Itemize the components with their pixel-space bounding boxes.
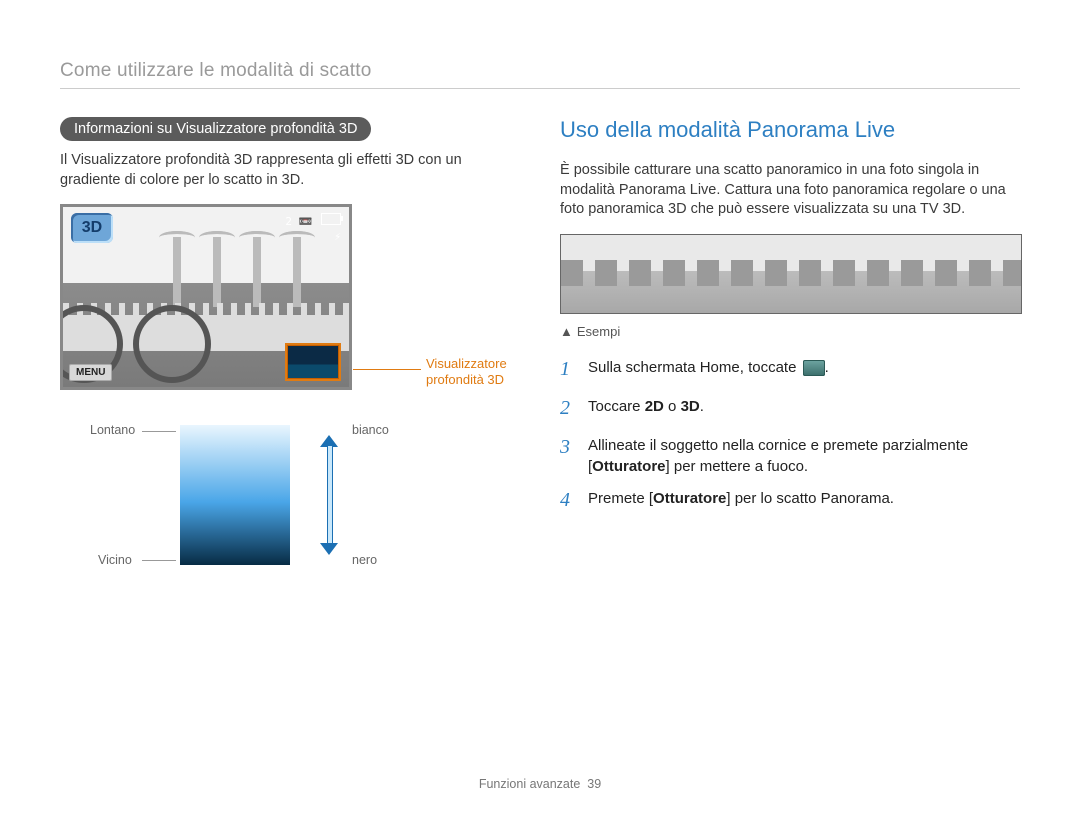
step-text: Premete [Otturatore] per lo scatto Panor… — [588, 488, 894, 510]
menu-button[interactable]: MENU — [69, 364, 112, 381]
osd-row: 2 📼 — [285, 213, 341, 228]
step-text-bold: 2D — [645, 398, 664, 415]
palm-illustration — [173, 237, 181, 307]
osd-overlay: 2 📼 ⚡ — [285, 213, 341, 245]
step-number: 1 — [560, 355, 576, 384]
section-pill: Informazioni su Visualizzatore profondit… — [60, 117, 371, 141]
step-text-fragment: o — [664, 398, 681, 415]
divider — [60, 88, 1020, 89]
flash-icon: ⚡ — [285, 230, 341, 243]
osd-count: 2 — [285, 215, 292, 228]
step-text: Allineate il soggetto nella cornice e pr… — [588, 435, 1020, 479]
two-column-layout: Informazioni su Visualizzatore profondit… — [60, 117, 1020, 585]
palm-illustration — [213, 237, 221, 307]
legend-black-label: nero — [352, 553, 377, 567]
skyline-silhouette — [561, 260, 1021, 287]
step-text: Toccare 2D o 3D. — [588, 396, 704, 418]
step-text-fragment: ] per lo scatto Panorama. — [726, 490, 894, 507]
double-arrow-icon — [320, 445, 338, 545]
steps-list: 1 Sulla schermata Home, toccate . 2 Tocc… — [560, 357, 1020, 518]
3d-badge-icon: 3D — [71, 213, 113, 243]
step-text-bold: Otturatore — [653, 490, 726, 507]
step-item: 2 Toccare 2D o 3D. — [560, 396, 1020, 425]
panorama-mode-icon — [803, 360, 825, 376]
legend-white-label: bianco — [352, 423, 389, 437]
intro-paragraph: Il Visualizzatore profondità 3D rapprese… — [60, 151, 520, 190]
callout-line2: profondità 3D — [426, 372, 504, 387]
callout-label: Visualizzatore profondità 3D — [426, 356, 507, 387]
leader-line — [142, 560, 176, 561]
step-text-fragment: Toccare — [588, 398, 645, 415]
step-text-fragment: . — [825, 359, 829, 376]
breadcrumb: Come utilizzare le modalità di scatto — [60, 60, 1020, 82]
step-text-bold: Otturatore — [592, 458, 665, 475]
legend-far-label: Lontano — [90, 423, 135, 437]
step-number: 2 — [560, 394, 576, 423]
step-item: 4 Premete [Otturatore] per lo scatto Pan… — [560, 488, 1020, 517]
page-footer: Funzioni avanzate 39 — [0, 777, 1080, 791]
camera-screen-figure: 3D 2 📼 ⚡ MENU Visualizzatore — [60, 204, 352, 390]
memory-icon: 📼 — [299, 215, 313, 228]
step-text: Sulla schermata Home, toccate . — [588, 357, 829, 379]
section-heading: Uso della modalità Panorama Live — [560, 117, 1020, 143]
palm-illustration — [253, 237, 261, 307]
gradient-swatch — [180, 425, 290, 565]
manual-page: Come utilizzare le modalità di scatto In… — [0, 0, 1080, 815]
panorama-example-image — [560, 234, 1022, 314]
palm-illustration — [293, 237, 301, 307]
step-text-fragment: ] per mettere a fuoco. — [666, 458, 809, 475]
step-text-fragment: Sulla schermata Home, toccate — [588, 359, 796, 376]
column-left: Informazioni su Visualizzatore profondit… — [60, 117, 520, 585]
step-item: 3 Allineate il soggetto nella cornice e … — [560, 435, 1020, 479]
callout-leader — [353, 369, 421, 370]
step-number: 4 — [560, 486, 576, 515]
example-caption: ▲ Esempi — [560, 324, 1020, 339]
footer-section: Funzioni avanzate — [479, 777, 580, 791]
step-number: 3 — [560, 433, 576, 462]
step-item: 1 Sulla schermata Home, toccate . — [560, 357, 1020, 386]
leader-line — [142, 431, 176, 432]
intro-paragraph: È possibile catturare una scatto panoram… — [560, 161, 1020, 220]
step-text-fragment: . — [700, 398, 704, 415]
battery-icon — [321, 213, 341, 225]
step-text-bold: 3D — [681, 398, 700, 415]
callout-line1: Visualizzatore — [426, 356, 507, 371]
gradient-legend: Lontano bianco Vicino nero — [60, 425, 520, 585]
wheel-illustration — [133, 305, 211, 383]
depth-thumbnail — [285, 343, 341, 381]
triangle-up-icon: ▲ — [560, 324, 573, 339]
step-text-fragment: Premete [ — [588, 490, 653, 507]
footer-page-number: 39 — [587, 777, 601, 791]
camera-screen: 3D 2 📼 ⚡ MENU — [60, 204, 352, 390]
column-right: Uso della modalità Panorama Live È possi… — [560, 117, 1020, 585]
example-caption-text: Esempi — [577, 324, 620, 339]
legend-near-label: Vicino — [98, 553, 132, 567]
